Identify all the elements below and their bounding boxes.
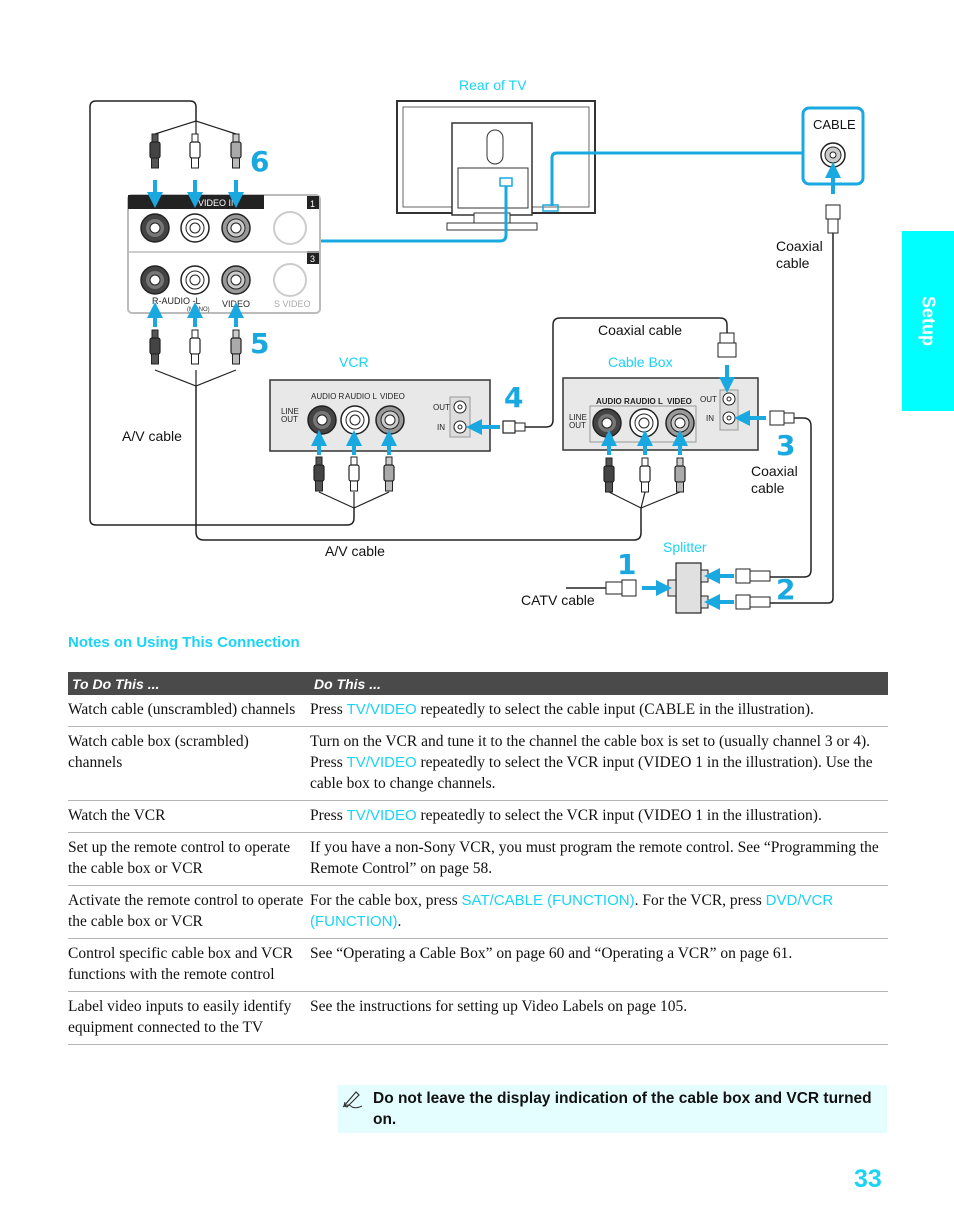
input-1-badge: 1 [310, 199, 315, 209]
task-cell: Set up the remote control to operate the… [68, 832, 310, 886]
vcr-rf-out-label: OUT [433, 403, 450, 412]
step-5-number: 5 [250, 327, 270, 360]
notes-title: Notes on Using This Connection [68, 634, 300, 651]
step-2-number: 2 [776, 573, 796, 606]
coaxial-cable-label-mid: Coaxial cable [598, 322, 683, 338]
step-1-number: 1 [617, 548, 637, 581]
tv-rear-illustration [396, 100, 596, 231]
coaxial-cable-label-top: Coaxial cable [776, 238, 823, 271]
header-do-this: Do This ... [310, 672, 888, 695]
vcr-label: VCR [339, 354, 369, 370]
action-cell: See the instructions for setting up Vide… [310, 991, 888, 1045]
action-cell: Press TV/VIDEO repeatedly to select the … [310, 695, 888, 727]
notes-table: To Do This ... Do This ... Watch cable (… [68, 672, 888, 1045]
step-3-number: 3 [776, 429, 796, 462]
vcr-out-label: OUT [281, 415, 298, 424]
button-reference: SAT/CABLE (FUNCTION) [461, 892, 635, 909]
cablebox-out-label: OUT [569, 421, 586, 430]
button-reference: TV/VIDEO [346, 701, 417, 718]
mono-label: (MONO) [187, 307, 210, 313]
pencil-note-icon [342, 1091, 363, 1109]
table-header-row: To Do This ... Do This ... [68, 672, 888, 695]
button-reference: TV/VIDEO [346, 754, 417, 771]
av-cable-label-left: A/V cable [122, 428, 182, 444]
action-text: If you have a non-Sony VCR, you must pro… [310, 839, 879, 877]
action-text: For the cable box, press [310, 892, 462, 909]
action-text: Press [310, 807, 347, 824]
task-cell: Control specific cable box and VCR funct… [68, 938, 310, 992]
cablebox-rf-out-label: OUT [700, 395, 717, 404]
action-cell: Turn on the VCR and tune it to the chann… [310, 726, 888, 801]
page-number: 33 [854, 1165, 882, 1193]
task-cell: Activate the remote control to operate t… [68, 885, 310, 939]
action-cell: Press TV/VIDEO repeatedly to select the … [310, 800, 888, 833]
tip-text: Do not leave the display indication of t… [373, 1090, 872, 1128]
rear-of-tv-label: Rear of TV [459, 77, 527, 93]
catv-cable-label: CATV cable [521, 592, 595, 608]
splitter-illustration [667, 562, 709, 614]
action-text: . For the VCR, press [634, 892, 766, 909]
r-audio-l-label: R-AUDIO -L [152, 296, 201, 306]
cable-box-illustration: AUDIO R AUDIO L VIDEO LINE OUT OUT IN [562, 377, 759, 451]
cablebox-video-label: VIDEO [667, 397, 692, 406]
input-3-badge: 3 [310, 254, 315, 264]
coaxial-cable-label-right: Coaxial cable [751, 463, 798, 496]
table-row: Control specific cable box and VCR funct… [68, 938, 888, 992]
table-row: Activate the remote control to operate t… [68, 885, 888, 939]
cablebox-rf-in-label: IN [706, 414, 714, 423]
action-text: . [397, 913, 402, 930]
vcr-audio-r-label: AUDIO R [311, 392, 345, 401]
connection-diagram: VIDEO IN 1 3 R-AUDIO -L (MONO) VIDEO S V… [89, 100, 865, 614]
s-video-label: S VIDEO [274, 299, 311, 309]
cablebox-audio-l-label: AUDIO L [630, 397, 663, 406]
tip-note: Do not leave the display indication of t… [338, 1085, 887, 1133]
vcr-illustration: AUDIO R AUDIO L VIDEO LINE OUT OUT IN [269, 379, 491, 452]
table-row: Set up the remote control to operate the… [68, 832, 888, 886]
table-row: Label video inputs to easily identify eq… [68, 991, 888, 1045]
vcr-rf-in-label: IN [437, 423, 445, 432]
video-in-label: VIDEO IN [198, 198, 238, 208]
action-cell: For the cable box, press SAT/CABLE (FUNC… [310, 885, 888, 939]
action-cell: If you have a non-Sony VCR, you must pro… [310, 832, 888, 886]
step-4-number: 4 [504, 381, 524, 414]
av-plugs-bottom [147, 302, 244, 387]
av-cable-label-bottom: A/V cable [325, 543, 385, 559]
vcr-video-label: VIDEO [380, 392, 405, 401]
action-text: See “Operating a Cable Box” on page 60 a… [310, 945, 793, 962]
button-reference: TV/VIDEO [346, 807, 417, 824]
action-text: repeatedly to select the cable input (CA… [416, 701, 814, 718]
step-6-number: 6 [250, 145, 270, 178]
section-tab-label: Setup [918, 295, 939, 347]
vcr-audio-l-label: AUDIO L [345, 392, 378, 401]
tv-input-panel: VIDEO IN 1 3 R-AUDIO -L (MONO) VIDEO S V… [127, 194, 321, 314]
task-cell: Watch cable box (scrambled) channels [68, 726, 310, 801]
table-row: Watch cable box (scrambled) channels Turn… [68, 726, 888, 801]
task-cell: Watch cable (unscrambled) channels [68, 695, 310, 727]
task-cell: Watch the VCR [68, 800, 310, 833]
action-text: Press [310, 701, 347, 718]
cable-box-label: Cable Box [608, 354, 673, 370]
cablebox-audio-r-label: AUDIO R [596, 397, 630, 406]
task-cell: Label video inputs to easily identify eq… [68, 991, 310, 1045]
action-cell: See “Operating a Cable Box” on page 60 a… [310, 938, 888, 992]
tv-video-label: VIDEO [222, 299, 250, 309]
action-text: repeatedly to select the VCR input (VIDE… [416, 807, 822, 824]
table-row: Watch the VCR Press TV/VIDEO repeatedly t… [68, 800, 888, 833]
section-tab-setup[interactable]: Setup [902, 231, 954, 411]
table-row: Watch cable (unscrambled) channels Press … [68, 695, 888, 727]
av-plugs-top [147, 120, 244, 208]
cable-jack-label: CABLE [813, 117, 856, 132]
action-text: See the instructions for setting up Vide… [310, 998, 688, 1015]
header-to-do-this: To Do This ... [68, 672, 310, 695]
splitter-label: Splitter [663, 539, 707, 555]
